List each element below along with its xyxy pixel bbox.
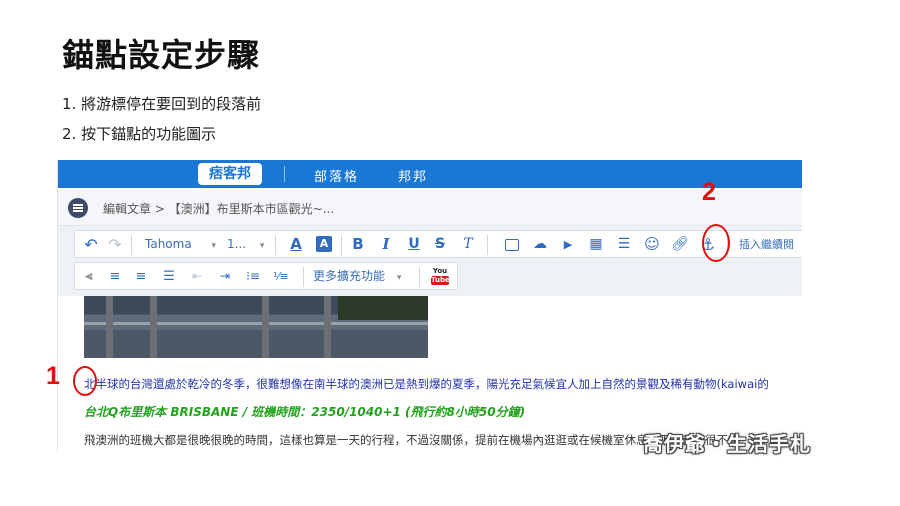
more-features-select[interactable]: 更多擴充功能 ▾ xyxy=(313,266,401,287)
slide-title: 錨點設定步驟 xyxy=(62,36,261,74)
anchor-highlight-ring xyxy=(702,224,730,262)
clear-format-button[interactable]: T xyxy=(459,234,477,255)
youtube-tube: Tube xyxy=(431,276,450,285)
step-1: 1. 將游標停在要回到的段落前 xyxy=(62,95,262,113)
image-icon[interactable] xyxy=(503,234,521,255)
paragraph-1[interactable]: 北半球的台灣還處於乾冷的冬季，很難想像在南半球的澳洲已是熱到爆的夏季，陽光充足氣… xyxy=(84,376,769,392)
underline-button[interactable]: U xyxy=(405,234,423,255)
font-size-select[interactable]: 1... ▾ xyxy=(227,234,264,255)
cursor-highlight-ring xyxy=(73,366,97,396)
align-right-icon[interactable]: ≡ xyxy=(133,266,149,287)
align-justify-icon[interactable]: ☰ xyxy=(161,266,177,287)
youtube-icon[interactable]: You Tube xyxy=(431,267,450,287)
menu-icon[interactable] xyxy=(68,198,88,218)
nav-bangbang-link[interactable]: 邦邦 xyxy=(398,166,428,185)
text-color-button[interactable]: A xyxy=(287,234,305,255)
blog-watermark: 喬伊爺・生活手札 xyxy=(643,432,811,456)
annotation-marker-1: 1 xyxy=(46,362,60,390)
pixnet-logo[interactable]: 痞客邦 xyxy=(198,163,262,185)
breadcrumb-bar: 編輯文章 > 【澳洲】布里斯本市區觀光~... xyxy=(58,190,802,226)
top-navbar: 痞客邦 部落格 邦邦 xyxy=(58,160,802,188)
upload-icon[interactable]: ☁ xyxy=(531,234,549,255)
bullet-list-icon[interactable]: ⁝≡ xyxy=(245,266,261,287)
undo-icon[interactable]: ↶ xyxy=(81,234,101,255)
redo-icon[interactable]: ↷ xyxy=(105,234,125,255)
numbered-list-icon[interactable]: ⅟≡ xyxy=(273,266,289,287)
font-family-value: Tahoma xyxy=(145,237,192,251)
table-icon[interactable]: ▦ xyxy=(587,234,605,255)
align-left-icon[interactable]: ⫷ xyxy=(81,266,97,287)
article-photo xyxy=(84,296,428,358)
editor-screenshot: 痞客邦 部落格 邦邦 編輯文章 > 【澳洲】布里斯本市區觀光~... ↶ ↷ T… xyxy=(57,160,802,452)
paragraph-2-flight-info[interactable]: 台北Q布里斯本 BRISBANE / 班機時間：2350/1040+1 (飛行約… xyxy=(84,403,525,420)
font-family-select[interactable]: Tahoma ▾ xyxy=(145,234,216,255)
italic-button[interactable]: I xyxy=(377,234,395,255)
horizontal-line-icon[interactable]: ☰ xyxy=(615,234,633,255)
breadcrumb[interactable]: 編輯文章 > 【澳洲】布里斯本市區觀光~... xyxy=(103,200,334,217)
align-center-icon[interactable]: ≡ xyxy=(107,266,123,287)
annotation-marker-2: 2 xyxy=(702,178,716,206)
strikethrough-button[interactable]: S xyxy=(431,234,449,255)
paragraph-3[interactable]: 飛澳洲的班機大都是很晚很晚的時間，這樣也算是一天的行程，不過沒關係，提前在機場內… xyxy=(84,432,740,448)
youtube-you: You xyxy=(432,267,448,275)
video-icon[interactable]: ▶ xyxy=(559,234,577,255)
bold-button[interactable]: B xyxy=(349,234,367,255)
outdent-icon[interactable]: ⇤ xyxy=(189,266,205,287)
nav-blog-link[interactable]: 部落格 xyxy=(314,166,359,185)
emoji-icon[interactable]: ☺ xyxy=(643,234,661,255)
toolbar-row-1: ↶ ↷ Tahoma ▾ 1... ▾ A A B I U S T ☁ ▶ ▦ … xyxy=(74,230,802,258)
indent-icon[interactable]: ⇥ xyxy=(217,266,233,287)
insert-more-button[interactable]: 插入繼續閱 xyxy=(739,234,802,255)
editor-toolbar: ↶ ↷ Tahoma ▾ 1... ▾ A A B I U S T ☁ ▶ ▦ … xyxy=(58,226,802,296)
link-icon[interactable]: 🔗︎ xyxy=(671,234,689,255)
nav-divider xyxy=(284,166,285,182)
step-2: 2. 按下錨點的功能圖示 xyxy=(62,125,217,143)
font-size-value: 1... xyxy=(227,237,247,251)
more-features-label: 更多擴充功能 xyxy=(313,269,386,283)
bg-color-button[interactable]: A xyxy=(316,236,332,252)
toolbar-row-2: ⫷ ≡ ≡ ☰ ⇤ ⇥ ⁝≡ ⅟≡ 更多擴充功能 ▾ You Tube xyxy=(74,262,458,290)
